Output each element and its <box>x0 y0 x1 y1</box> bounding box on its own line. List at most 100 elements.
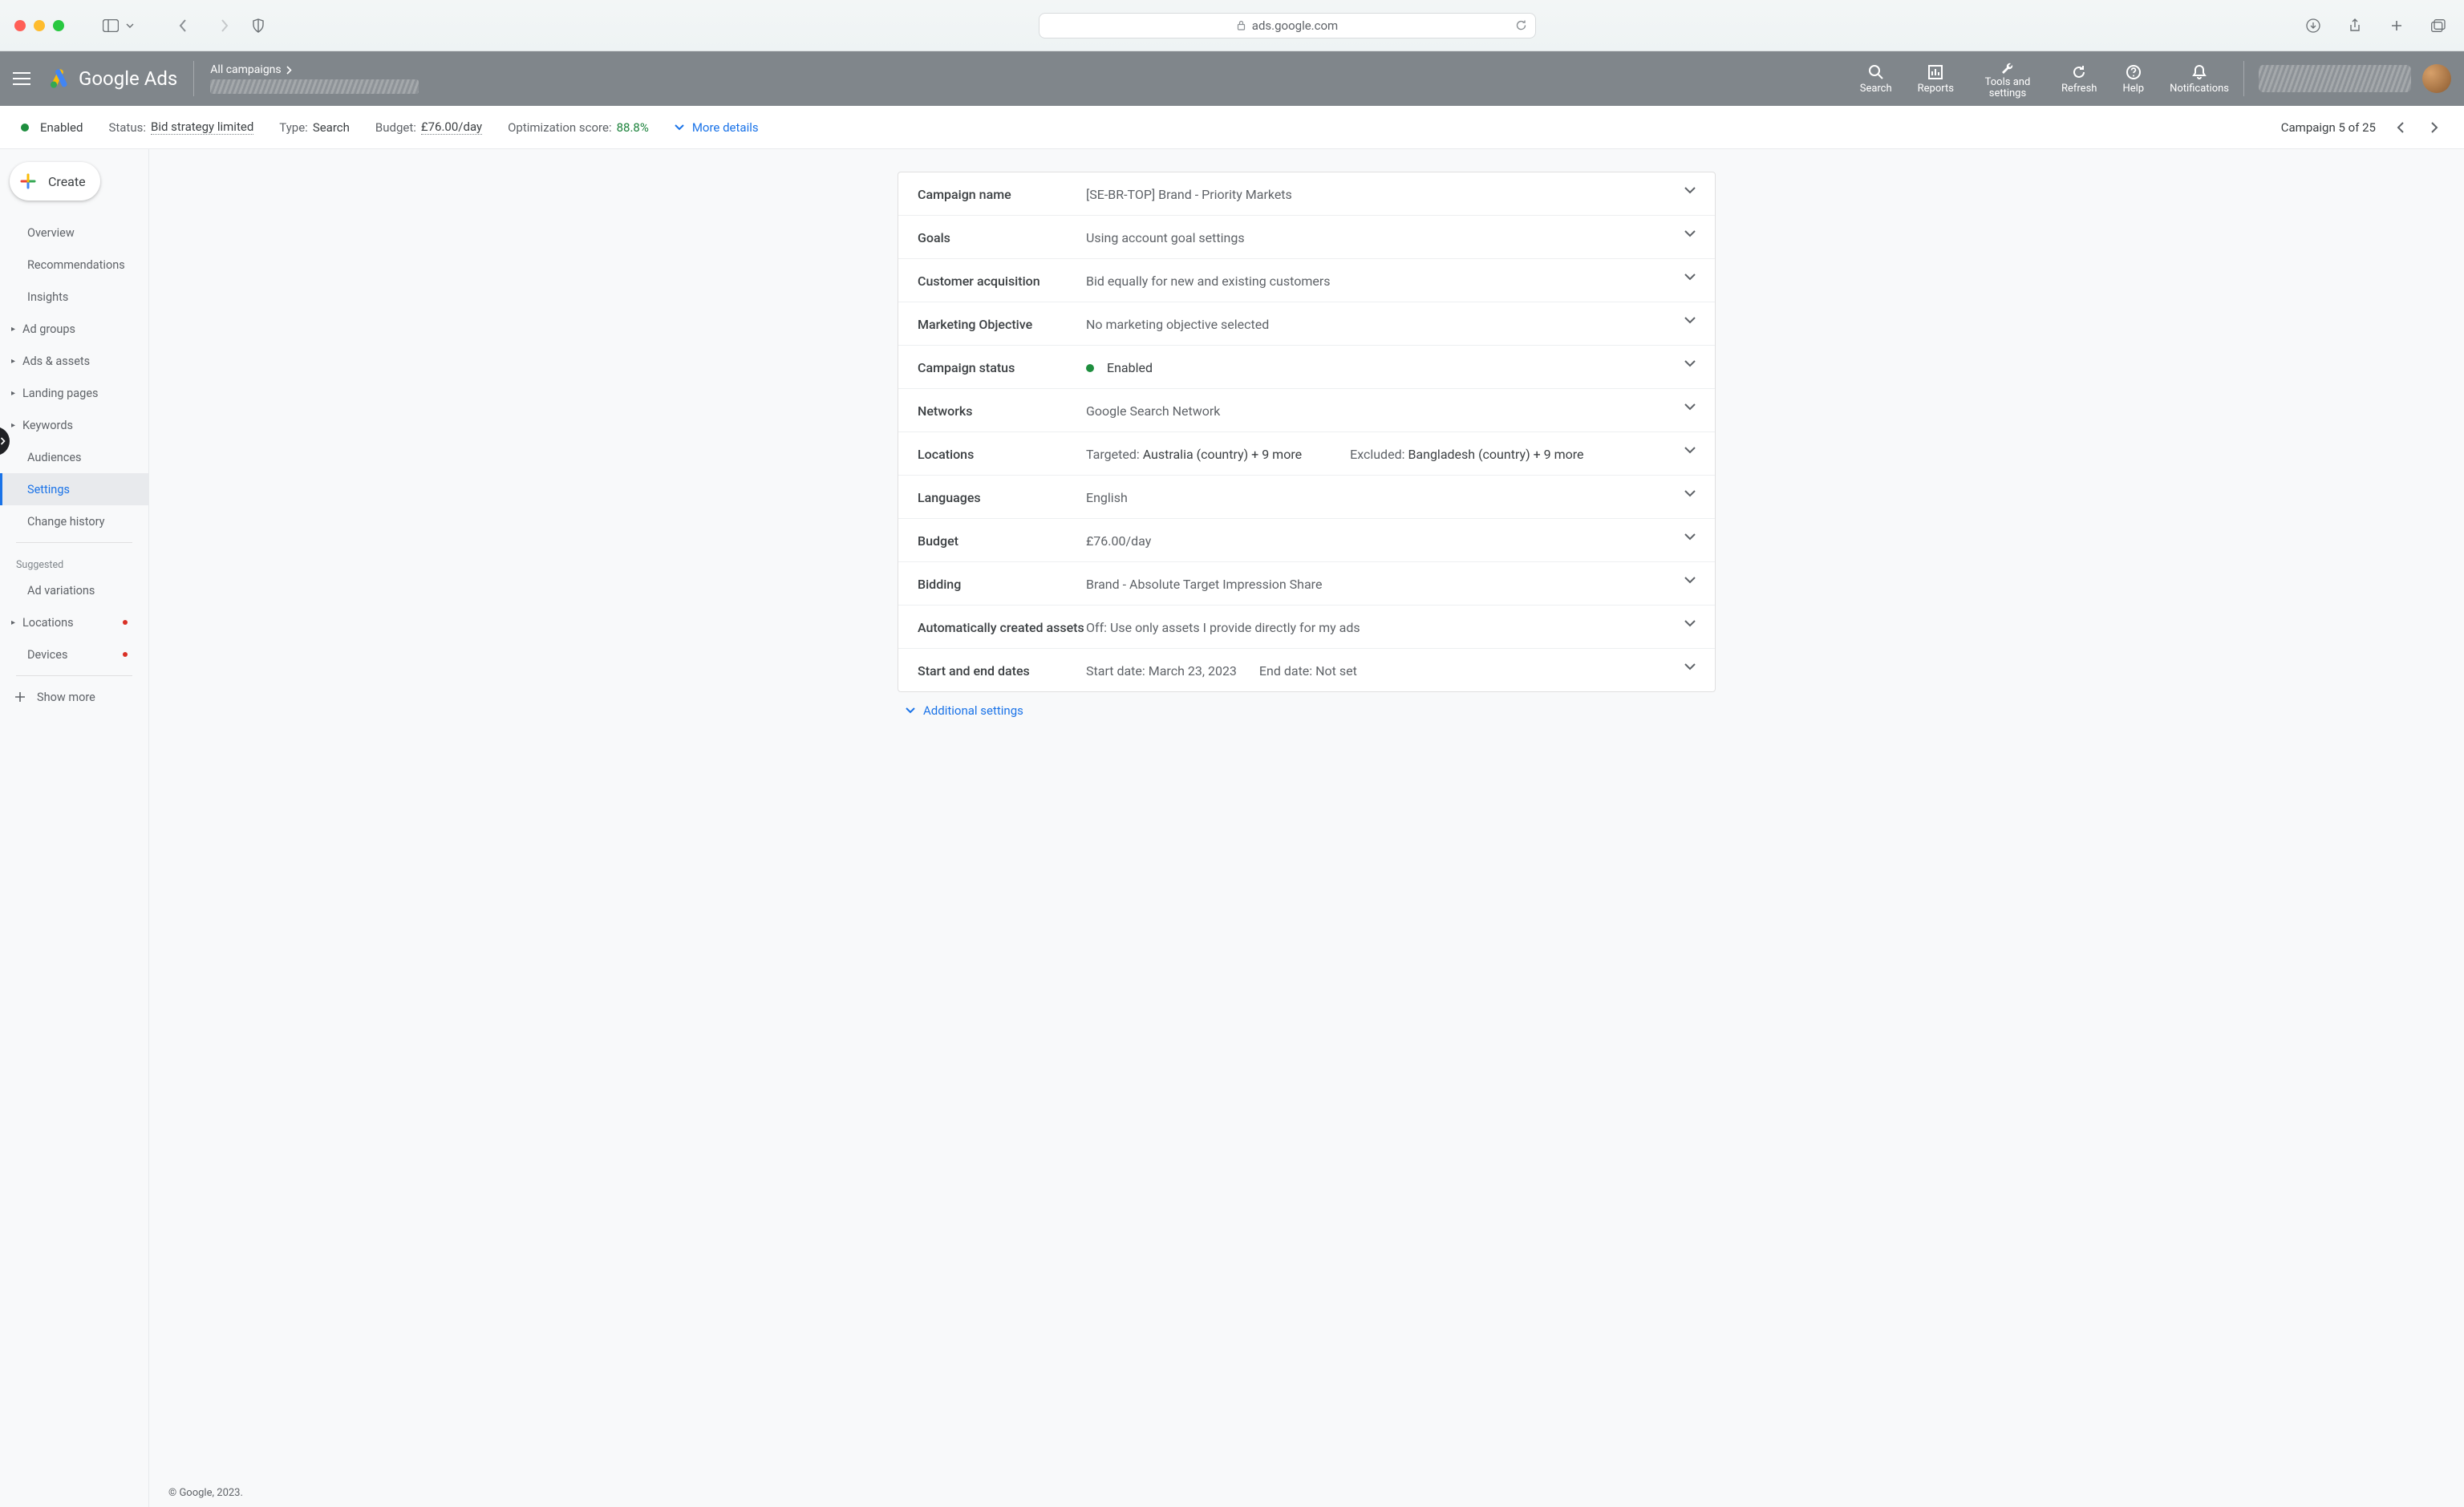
setting-row-dates[interactable]: Start and end dates Start date: March 23… <box>898 649 1715 691</box>
sidebar-section-suggested: Suggested <box>0 548 148 574</box>
menu-icon[interactable] <box>13 72 32 85</box>
sidebar-item-overview[interactable]: Overview <box>0 217 148 249</box>
wrench-icon <box>2000 58 2016 75</box>
header-tools-settings-button[interactable]: Tools and settings <box>1980 58 2036 100</box>
show-more-label: Show more <box>37 691 95 704</box>
sidebar-item-label: Devices <box>27 648 67 662</box>
sidebar-item-audiences[interactable]: Audiences <box>0 441 148 473</box>
setting-label: Campaign name <box>918 185 1086 202</box>
sidebar-item-recommendations[interactable]: Recommendations <box>0 249 148 281</box>
settings-card: Campaign name [SE-BR-TOP] Brand - Priori… <box>898 172 1716 692</box>
pager-prev-button[interactable] <box>2392 116 2409 139</box>
header-search-button[interactable]: Search <box>1860 63 1892 95</box>
breadcrumb[interactable]: All campaigns <box>210 63 419 76</box>
setting-row-auto-assets[interactable]: Automatically created assets Off: Use on… <box>898 606 1715 649</box>
sidebar-item-keywords[interactable]: ▸Keywords <box>0 409 148 441</box>
brand-text: Google Ads <box>79 67 177 90</box>
alert-dot-icon <box>123 652 128 657</box>
chevron-down-icon[interactable] <box>119 14 141 37</box>
sidebar-item-label: Audiences <box>27 451 82 464</box>
setting-row-languages[interactable]: Languages English <box>898 476 1715 519</box>
setting-row-networks[interactable]: Networks Google Search Network <box>898 389 1715 432</box>
chevron-right-icon <box>286 66 292 75</box>
header-reports-button[interactable]: Reports <box>1918 63 1954 95</box>
sidebar-item-locations[interactable]: ▸Locations <box>0 606 148 638</box>
caret-right-icon: ▸ <box>11 421 15 430</box>
avatar[interactable] <box>2422 64 2451 93</box>
setting-row-locations[interactable]: Locations Targeted: Australia (country) … <box>898 432 1715 476</box>
plus-icon <box>18 171 38 192</box>
more-details-button[interactable]: More details <box>675 120 759 135</box>
sidebar-item-devices[interactable]: Devices <box>0 638 148 670</box>
sidebar-item-ads-assets[interactable]: ▸Ads & assets <box>0 345 148 377</box>
share-icon[interactable] <box>2344 14 2366 37</box>
reload-icon[interactable] <box>1515 19 1527 31</box>
sidebar-item-label: Landing pages <box>22 387 99 400</box>
setting-label: Budget <box>918 532 1086 549</box>
setting-row-campaign-name[interactable]: Campaign name [SE-BR-TOP] Brand - Priori… <box>898 172 1715 216</box>
setting-row-campaign-status[interactable]: Campaign status Enabled <box>898 346 1715 389</box>
window-maximize-icon[interactable] <box>53 20 64 31</box>
privacy-shield-icon[interactable] <box>247 14 270 37</box>
sidebar-item-label: Insights <box>27 290 68 304</box>
setting-row-customer-acquisition[interactable]: Customer acquisition Bid equally for new… <box>898 259 1715 302</box>
end-label: End date: <box>1259 663 1315 679</box>
status-value[interactable]: Bid strategy limited <box>151 120 253 135</box>
main-content: Campaign name [SE-BR-TOP] Brand - Priori… <box>149 149 2464 1507</box>
setting-row-budget[interactable]: Budget £76.00/day <box>898 519 1715 562</box>
campaign-name-redacted <box>210 79 419 94</box>
header-notifications-button[interactable]: Notifications <box>2170 63 2229 95</box>
status-dot-icon <box>21 124 29 132</box>
setting-label: Goals <box>918 229 1086 245</box>
setting-value: Brand - Absolute Target Impression Share <box>1086 577 1322 592</box>
optimization-label: Optimization score: <box>508 120 612 135</box>
more-details-label: More details <box>692 120 759 135</box>
setting-row-goals[interactable]: Goals Using account goal settings <box>898 216 1715 259</box>
setting-value: Google Search Network <box>1086 403 1220 419</box>
sidebar-show-more[interactable]: Show more <box>0 681 148 713</box>
budget-value[interactable]: £76.00/day <box>421 120 482 135</box>
browser-forward-button[interactable] <box>213 14 236 37</box>
downloads-icon[interactable] <box>2302 14 2324 37</box>
sidebar-item-label: Settings <box>27 483 70 496</box>
setting-row-marketing-objective[interactable]: Marketing Objective No marketing objecti… <box>898 302 1715 346</box>
sidebar: Create Overview Recommendations Insights… <box>0 149 149 1507</box>
browser-chrome: ads.google.com <box>0 0 2464 51</box>
sidebar-item-insights[interactable]: Insights <box>0 281 148 313</box>
search-icon <box>1868 63 1884 81</box>
divider <box>193 61 194 96</box>
chevron-down-icon <box>1684 488 1696 497</box>
sidebar-item-settings[interactable]: Settings <box>0 473 148 505</box>
pager-next-button[interactable] <box>2426 116 2443 139</box>
window-minimize-icon[interactable] <box>34 20 45 31</box>
caret-right-icon: ▸ <box>11 618 15 627</box>
tabs-overview-icon[interactable] <box>2427 14 2450 37</box>
header-refresh-button[interactable]: Refresh <box>2061 63 2097 95</box>
account-info-redacted[interactable] <box>2259 65 2411 92</box>
url-bar[interactable]: ads.google.com <box>1039 13 1536 38</box>
chevron-down-icon <box>906 707 915 714</box>
create-button[interactable]: Create <box>10 162 100 201</box>
refresh-icon <box>2071 63 2087 81</box>
setting-label: Languages <box>918 488 1086 505</box>
sidebar-item-change-history[interactable]: Change history <box>0 505 148 537</box>
setting-label: Automatically created assets <box>918 618 1086 635</box>
additional-settings-button[interactable]: Additional settings <box>898 692 1716 729</box>
sidebar-item-landing-pages[interactable]: ▸Landing pages <box>0 377 148 409</box>
window-close-icon[interactable] <box>14 20 26 31</box>
sidebar-item-ad-groups[interactable]: ▸Ad groups <box>0 313 148 345</box>
browser-back-button[interactable] <box>172 14 194 37</box>
sidebar-item-ad-variations[interactable]: Ad variations <box>0 574 148 606</box>
chevron-down-icon <box>675 124 684 131</box>
status-strategy: Status: Bid strategy limited <box>108 120 253 135</box>
sidebar-item-label: Ad variations <box>27 584 95 598</box>
chevron-down-icon <box>1684 402 1696 411</box>
plus-icon <box>14 691 26 703</box>
new-tab-icon[interactable] <box>2385 14 2408 37</box>
header-help-button[interactable]: Help <box>2122 63 2144 95</box>
bell-icon <box>2192 63 2207 81</box>
status-type: Type: Search <box>279 120 350 135</box>
google-ads-logo[interactable]: Google Ads <box>48 67 177 90</box>
setting-label: Campaign status <box>918 359 1086 375</box>
setting-row-bidding[interactable]: Bidding Brand - Absolute Target Impressi… <box>898 562 1715 606</box>
